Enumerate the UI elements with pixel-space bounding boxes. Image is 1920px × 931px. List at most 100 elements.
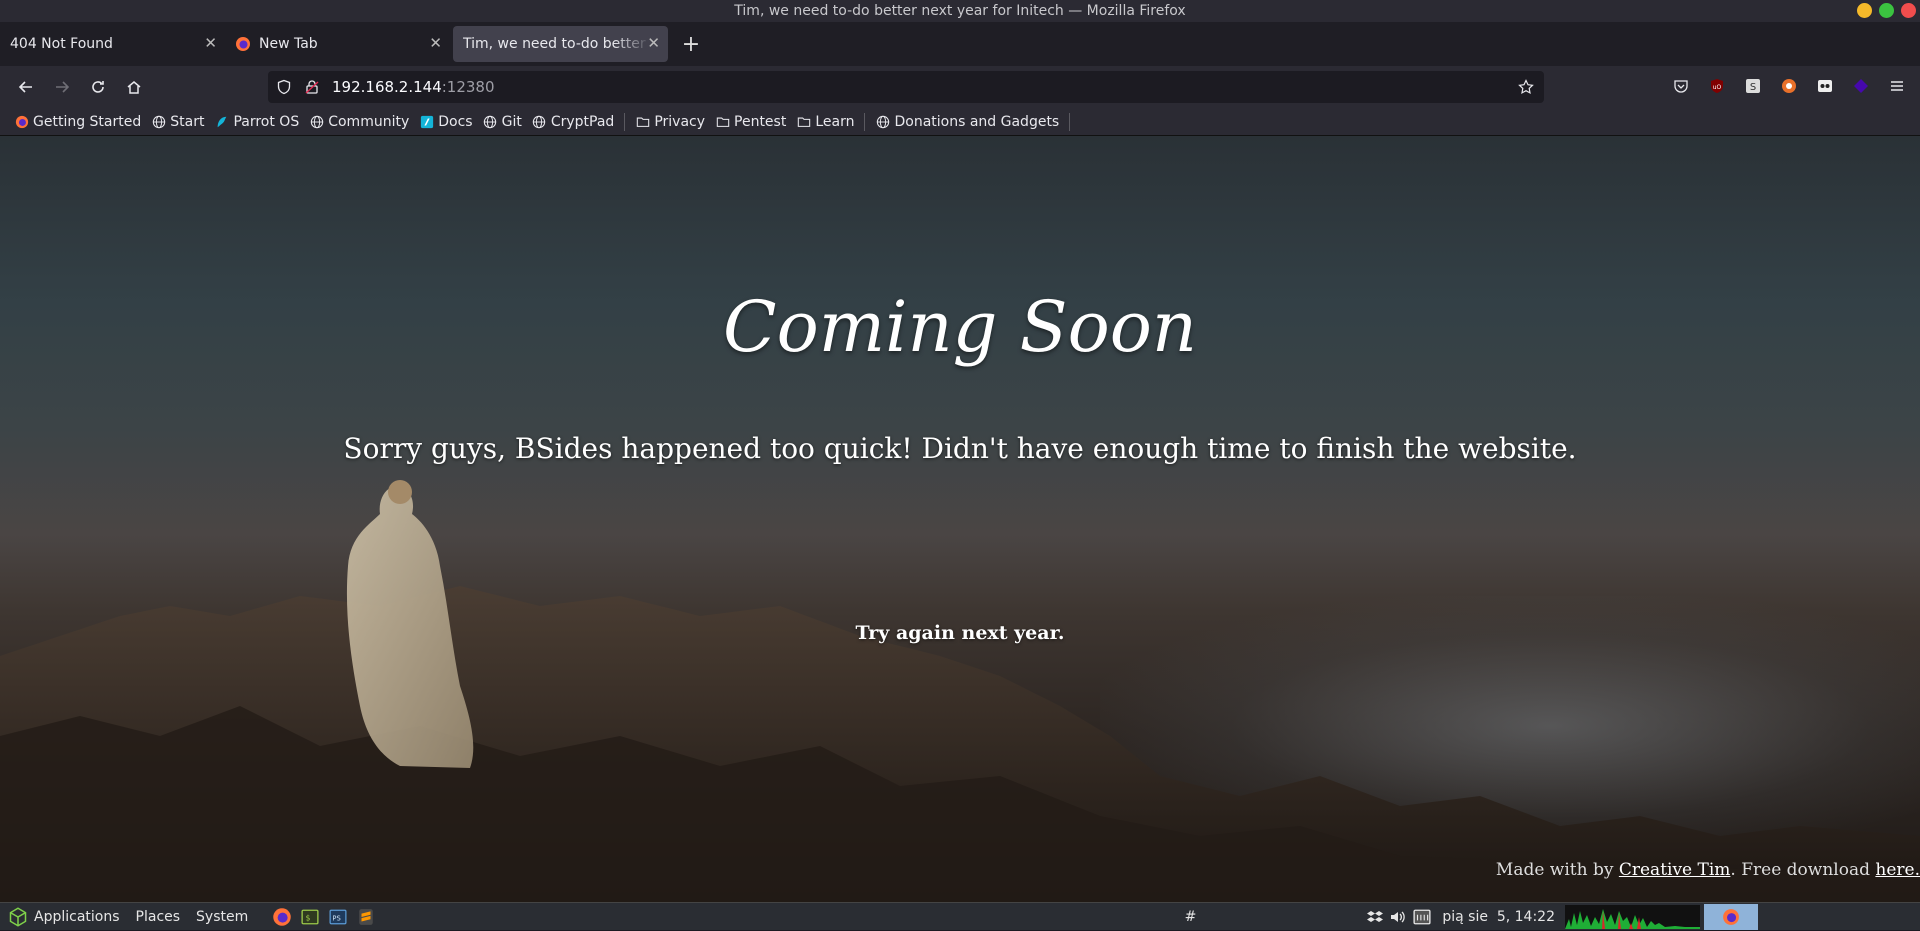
bookmark-separator: [1069, 112, 1071, 131]
folder-icon: [715, 114, 730, 129]
bookmark-label: Docs: [438, 113, 473, 130]
desktop-taskbar: Applications Places System $ PS # pią si…: [0, 902, 1920, 930]
back-button[interactable]: [8, 71, 44, 103]
tab-label: Tim, we need to-do better next year for …: [463, 36, 651, 52]
bookmark-donations[interactable]: Donations and Gadgets: [871, 110, 1063, 134]
close-tab-icon[interactable]: ✕: [429, 34, 442, 52]
bookmark-getting-started[interactable]: Getting Started: [10, 110, 145, 134]
insecure-lock-icon[interactable]: [304, 79, 320, 95]
powershell-launcher-icon[interactable]: PS: [327, 906, 349, 928]
bookmark-label: Learn: [815, 113, 855, 130]
bookmark-parrot-os[interactable]: Parrot OS: [210, 110, 303, 134]
menu-icon[interactable]: [1884, 71, 1910, 101]
firefox-icon: [1723, 908, 1739, 925]
url-bar[interactable]: 192.168.2.144:12380: [268, 71, 1544, 103]
reload-button[interactable]: [80, 71, 116, 103]
workspace-switcher[interactable]: #: [1177, 903, 1205, 931]
bookmark-label: Pentest: [734, 113, 787, 130]
bookmark-folder-pentest[interactable]: Pentest: [711, 110, 790, 134]
volume-icon[interactable]: [1386, 903, 1410, 931]
tab-label: New Tab: [259, 36, 318, 52]
url-host: 192.168.2.144: [332, 78, 442, 96]
clock-label: pią sie 5, 14:22: [1442, 908, 1555, 925]
pocket-icon[interactable]: [1668, 71, 1694, 101]
bookmark-separator: [864, 112, 866, 131]
home-button[interactable]: [116, 71, 152, 103]
bookmark-folder-learn[interactable]: Learn: [792, 110, 858, 134]
globe-icon: [532, 114, 547, 129]
network-icon[interactable]: [1410, 903, 1434, 931]
workspace-label: #: [1184, 908, 1197, 925]
try-again-text: Try again next year.: [855, 622, 1065, 644]
bookmark-docs[interactable]: Docs: [415, 110, 476, 134]
maximize-button[interactable]: [1879, 3, 1894, 18]
bookmark-folder-privacy[interactable]: Privacy: [631, 110, 709, 134]
home-icon: [127, 81, 141, 94]
applications-cube-icon: [9, 906, 27, 927]
bookmark-star-icon[interactable]: [1518, 79, 1534, 95]
globe-icon: [309, 114, 324, 129]
svg-text:PS: PS: [333, 914, 341, 922]
forward-button[interactable]: [44, 71, 80, 103]
bookmark-label: CryptPad: [550, 113, 615, 130]
clock[interactable]: pią sie 5, 14:22: [1434, 903, 1563, 931]
applications-menu[interactable]: Applications: [0, 903, 128, 931]
minimize-button[interactable]: [1857, 3, 1872, 18]
close-window-button[interactable]: [1901, 3, 1916, 18]
bookmark-label: Start: [170, 113, 205, 130]
applications-label: Applications: [34, 908, 120, 925]
firefox-taskbar-button[interactable]: [1704, 903, 1758, 930]
bookmark-git[interactable]: Git: [479, 110, 526, 134]
creative-tim-link[interactable]: Creative Tim: [1619, 860, 1731, 880]
reload-icon: [92, 81, 104, 93]
tab-active[interactable]: Tim, we need to-do better next year for …: [453, 26, 668, 62]
close-tab-icon[interactable]: ✕: [647, 34, 660, 52]
close-tab-icon[interactable]: ✕: [204, 34, 217, 52]
tab-404[interactable]: 404 Not Found ✕: [0, 26, 225, 62]
bookmark-community[interactable]: Community: [305, 110, 413, 134]
firefox-launcher-icon[interactable]: [271, 906, 293, 928]
window-titlebar: Tim, we need to-do better next year for …: [0, 0, 1920, 22]
system-menu[interactable]: System: [188, 903, 256, 931]
tab-label: 404 Not Found: [10, 36, 113, 52]
docs-icon: [419, 114, 434, 129]
wappalyzer-icon[interactable]: [1848, 71, 1874, 101]
back-arrow-icon: [18, 81, 32, 93]
bookmark-label: Parrot OS: [233, 113, 300, 130]
shield-icon[interactable]: [276, 79, 292, 95]
web-page: Coming Soon Sorry guys, BSides happened …: [0, 136, 1920, 902]
new-tab-button[interactable]: +: [676, 29, 706, 59]
bookmark-start[interactable]: Start: [147, 110, 208, 134]
background-landscape-image: [0, 480, 1920, 902]
url-text[interactable]: 192.168.2.144:12380: [332, 78, 495, 96]
footer-prefix: Made with by: [1495, 860, 1619, 880]
window-controls: [1857, 3, 1916, 18]
folder-icon: [796, 114, 811, 129]
bookmark-label: Community: [328, 113, 410, 130]
globe-icon: [151, 114, 166, 129]
tab-new-tab[interactable]: New Tab ✕: [225, 26, 450, 62]
folder-icon: [635, 114, 650, 129]
globe-icon: [875, 114, 890, 129]
system-monitor-graph: [1565, 904, 1700, 929]
bookmark-label: Donations and Gadgets: [894, 113, 1060, 130]
terminal-launcher-icon[interactable]: $: [299, 906, 321, 928]
page-title: Coming Soon: [723, 286, 1197, 368]
system-label: System: [196, 908, 249, 925]
bookmark-cryptpad[interactable]: CryptPad: [528, 110, 618, 134]
bookmark-label: Git: [501, 113, 522, 130]
firefox-icon: [14, 114, 29, 129]
bookmarks-toolbar: Getting Started Start Parrot OS Communit…: [0, 108, 1920, 136]
page-subtitle: Sorry guys, BSides happened too quick! D…: [343, 432, 1577, 465]
places-menu[interactable]: Places: [128, 903, 189, 931]
parrot-icon: [214, 114, 229, 129]
bookmark-label: Privacy: [654, 113, 706, 130]
cookie-editor-icon[interactable]: [1812, 71, 1838, 101]
dropbox-icon[interactable]: [1364, 903, 1386, 931]
foxyproxy-icon[interactable]: [1776, 71, 1802, 101]
bookmark-label: Getting Started: [33, 113, 142, 130]
download-here-link[interactable]: here.: [1875, 860, 1920, 880]
sublime-launcher-icon[interactable]: [355, 906, 377, 928]
s-extension-icon[interactable]: S: [1740, 71, 1766, 101]
ublock-icon[interactable]: uO: [1704, 71, 1730, 101]
